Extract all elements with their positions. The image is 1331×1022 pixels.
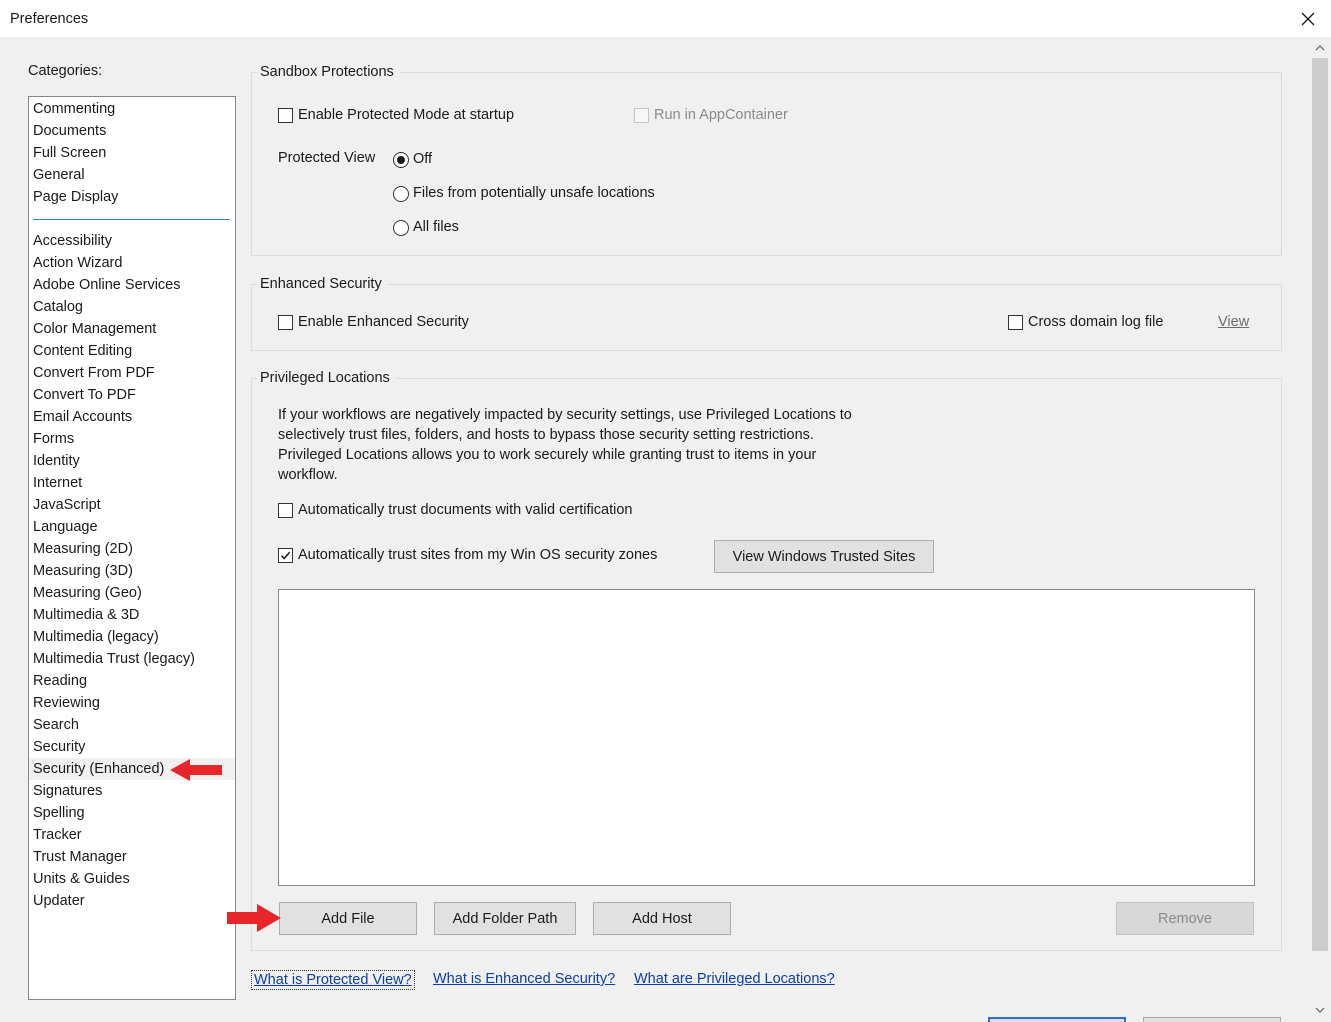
enhanced-security-title: Enhanced Security <box>257 276 388 292</box>
cross-domain-label: Cross domain log file <box>1028 314 1164 330</box>
cancel-button[interactable] <box>1143 1017 1281 1022</box>
protected-view-label: Protected View <box>278 150 376 166</box>
category-item[interactable]: Language <box>29 516 235 538</box>
protected-view-unsafe-label: Files from potentially unsafe locations <box>413 185 655 201</box>
category-item[interactable]: Updater <box>29 890 235 912</box>
category-item[interactable]: Adobe Online Services <box>29 274 235 296</box>
category-item[interactable]: Content Editing <box>29 340 235 362</box>
category-item[interactable]: Color Management <box>29 318 235 340</box>
annotation-arrow-icon <box>227 904 281 932</box>
privileged-description: If your workflows are negatively impacte… <box>278 405 852 485</box>
category-item[interactable]: Measuring (3D) <box>29 560 235 582</box>
category-item[interactable]: Commenting <box>29 98 235 120</box>
category-item[interactable]: Search <box>29 714 235 736</box>
protected-view-off-label: Off <box>413 151 433 167</box>
protected-view-off-radio[interactable] <box>393 152 409 168</box>
category-item[interactable]: Documents <box>29 120 235 142</box>
category-item[interactable]: Multimedia & 3D <box>29 604 235 626</box>
scroll-down-button[interactable] <box>1309 1000 1331 1020</box>
category-item[interactable]: Full Screen <box>29 142 235 164</box>
categories-label: Categories: <box>28 63 103 79</box>
enhanced-security-checkbox[interactable] <box>278 315 293 330</box>
description-line: selectively trust files, folders, and ho… <box>278 427 814 443</box>
view-trusted-sites-button[interactable]: View Windows Trusted Sites <box>714 540 934 573</box>
close-button[interactable] <box>1285 0 1331 38</box>
description-line: Privileged Locations allows you to work … <box>278 447 817 463</box>
add-folder-path-button[interactable]: Add Folder Path <box>434 902 576 935</box>
chevron-up-icon <box>1315 45 1325 51</box>
enhanced-security-help-link[interactable]: What is Enhanced Security? <box>433 971 615 987</box>
add-host-button[interactable]: Add Host <box>593 902 731 935</box>
close-icon <box>1301 12 1315 26</box>
category-item[interactable]: Convert To PDF <box>29 384 235 406</box>
ok-button[interactable] <box>988 1017 1126 1022</box>
category-item[interactable]: Action Wizard <box>29 252 235 274</box>
app-container-checkbox[interactable] <box>634 108 649 123</box>
category-item[interactable]: Catalog <box>29 296 235 318</box>
category-item[interactable]: Multimedia Trust (legacy) <box>29 648 235 670</box>
category-item[interactable]: Units & Guides <box>29 868 235 890</box>
scroll-up-button[interactable] <box>1309 38 1331 58</box>
vertical-scrollbar[interactable] <box>1309 38 1331 1022</box>
category-item[interactable]: General <box>29 164 235 186</box>
categories-list[interactable]: Commenting Documents Full Screen General Pag… <box>28 96 236 1000</box>
protected-mode-label: Enable Protected Mode at startup <box>298 107 515 123</box>
description-line: If your workflows are negatively impacte… <box>278 407 852 423</box>
add-file-button[interactable]: Add File <box>279 902 417 935</box>
category-item[interactable]: Trust Manager <box>29 846 235 868</box>
category-item[interactable]: Forms <box>29 428 235 450</box>
category-item[interactable]: Spelling <box>29 802 235 824</box>
description-line: workflow. <box>278 467 338 483</box>
protected-view-all-radio[interactable] <box>393 220 409 236</box>
category-item[interactable]: Email Accounts <box>29 406 235 428</box>
privileged-locations-list[interactable] <box>278 589 1255 886</box>
cross-domain-checkbox[interactable] <box>1008 315 1023 330</box>
category-item[interactable]: Internet <box>29 472 235 494</box>
trust-sites-checkbox[interactable] <box>278 548 293 563</box>
category-item[interactable]: Identity <box>29 450 235 472</box>
category-item[interactable]: Accessibility <box>29 230 235 252</box>
scroll-thumb[interactable] <box>1312 58 1328 951</box>
category-item[interactable]: Reviewing <box>29 692 235 714</box>
window-title: Preferences <box>10 11 89 27</box>
category-item[interactable]: Security <box>29 736 235 758</box>
category-item[interactable]: JavaScript <box>29 494 235 516</box>
sandbox-protections-title: Sandbox Protections <box>257 64 400 80</box>
trust-certified-checkbox[interactable] <box>278 503 293 518</box>
trust-sites-label: Automatically trust sites from my Win OS… <box>298 547 658 563</box>
protected-view-all-label: All files <box>413 219 459 235</box>
protected-mode-checkbox[interactable] <box>278 108 293 123</box>
privileged-locations-title: Privileged Locations <box>257 370 396 386</box>
view-log-link[interactable]: View <box>1218 314 1249 330</box>
annotation-arrow-icon <box>170 759 222 781</box>
chevron-down-icon <box>1315 1007 1325 1013</box>
category-item[interactable]: Reading <box>29 670 235 692</box>
categories-separator <box>33 219 230 220</box>
trust-certified-label: Automatically trust documents with valid… <box>298 502 633 518</box>
category-item[interactable]: Tracker <box>29 824 235 846</box>
title-bar: Preferences <box>0 0 1331 38</box>
checkmark-icon <box>280 551 291 560</box>
remove-button[interactable]: Remove <box>1116 902 1254 935</box>
category-item[interactable]: Page Display <box>29 186 235 208</box>
category-item[interactable]: Convert From PDF <box>29 362 235 384</box>
privileged-locations-help-link[interactable]: What are Privileged Locations? <box>634 971 835 987</box>
enhanced-security-label: Enable Enhanced Security <box>298 314 469 330</box>
app-container-label: Run in AppContainer <box>654 107 788 123</box>
protected-view-unsafe-radio[interactable] <box>393 186 409 202</box>
protected-view-help-link[interactable]: What is Protected View? <box>251 970 415 990</box>
category-item[interactable]: Measuring (2D) <box>29 538 235 560</box>
category-item[interactable]: Multimedia (legacy) <box>29 626 235 648</box>
category-item[interactable]: Measuring (Geo) <box>29 582 235 604</box>
dialog-content: Categories: Commenting Documents Full Scre… <box>0 38 1331 1022</box>
